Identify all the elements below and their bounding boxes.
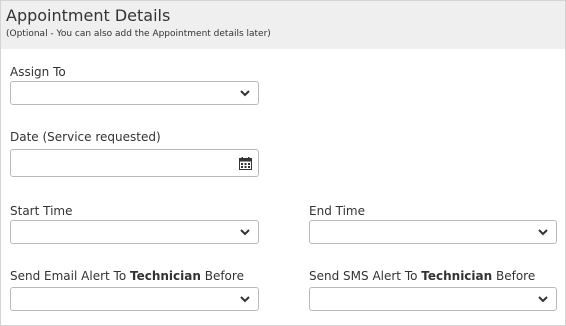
end-time-label: End Time [309, 204, 365, 218]
start-time-label: Start Time [10, 204, 73, 218]
panel-subtitle: (Optional - You can also add the Appoint… [6, 29, 271, 39]
email-alert-label-bold: Technician [129, 269, 201, 283]
calendar-icon[interactable] [239, 157, 252, 170]
chevron-down-icon [538, 229, 548, 236]
sms-alert-select[interactable] [309, 287, 557, 311]
email-alert-label-prefix: Send Email Alert To [10, 269, 130, 283]
date-label: Date (Service requested) [10, 130, 161, 144]
date-input[interactable] [10, 149, 259, 177]
chevron-down-icon [538, 296, 548, 303]
chevron-down-icon [240, 90, 250, 97]
sms-alert-label-prefix: Send SMS Alert To [309, 269, 422, 283]
chevron-down-icon [240, 229, 250, 236]
appointment-details-panel: Appointment Details (Optional - You can … [0, 0, 566, 326]
end-time-select[interactable] [309, 220, 557, 244]
chevron-down-icon [240, 296, 250, 303]
email-alert-select[interactable] [10, 287, 259, 311]
panel-header: Appointment Details (Optional - You can … [1, 1, 565, 49]
panel-title: Appointment Details [6, 6, 171, 25]
sms-alert-label-bold: Technician [421, 269, 493, 283]
email-alert-label: Send Email Alert To Technician Before [10, 269, 244, 283]
assign-to-select[interactable] [10, 81, 259, 105]
sms-alert-label-suffix: Before [492, 269, 536, 283]
email-alert-label-suffix: Before [200, 269, 244, 283]
start-time-select[interactable] [10, 220, 259, 244]
assign-to-label: Assign To [10, 65, 66, 79]
sms-alert-label: Send SMS Alert To Technician Before [309, 269, 535, 283]
